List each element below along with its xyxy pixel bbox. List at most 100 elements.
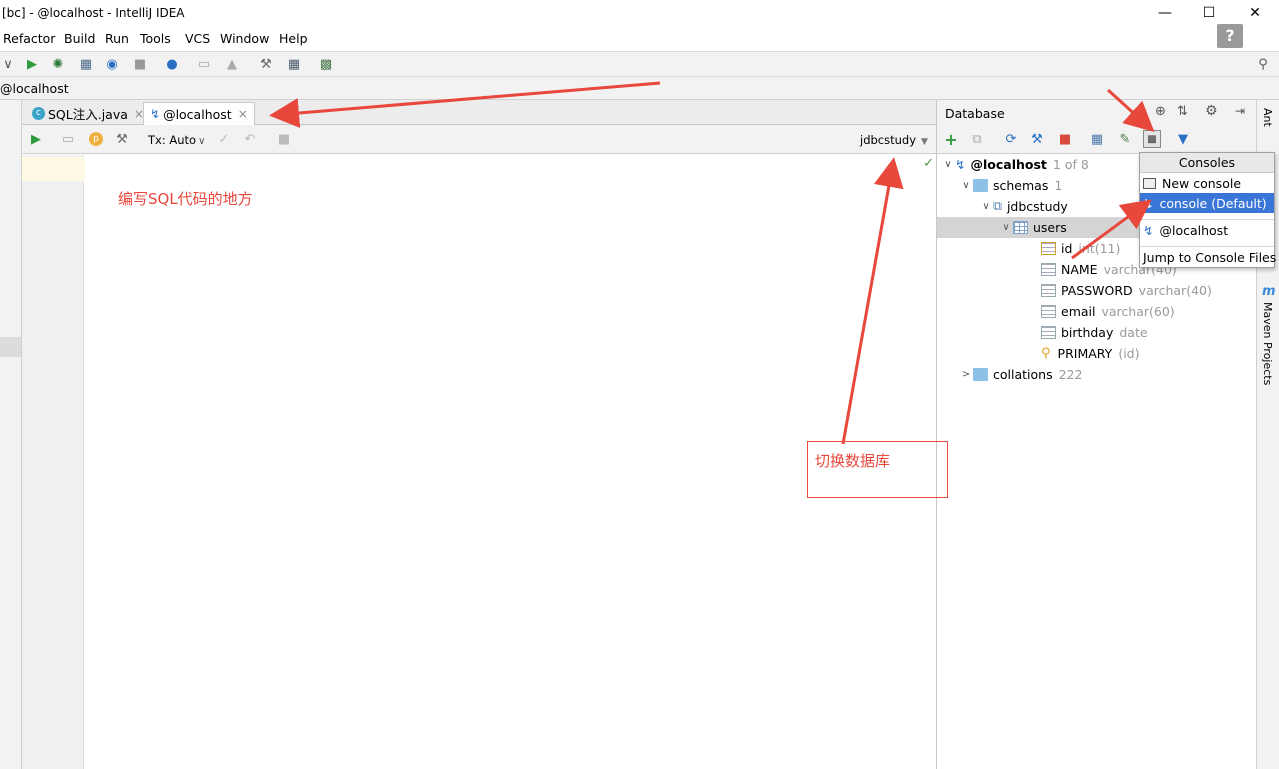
main-toolbar: ∨ ▶ ✺ ▦ ◉ ■ ● ▭ ▲ ⚒ ▦ ▩ ⚲	[0, 51, 1279, 77]
open-console-icon[interactable]: ▩	[1143, 130, 1161, 148]
tab-sql-java[interactable]: c SQL注入.java ×	[26, 102, 150, 125]
expanded-chevron-icon: ∨	[982, 200, 990, 212]
tree-node-column[interactable]: PASSWORD varchar(40)	[1041, 280, 1212, 300]
window-title: [bc] - @localhost - IntelliJ IDEA	[2, 6, 185, 20]
maven-projects-tool-button[interactable]: Maven Projects	[1261, 302, 1274, 385]
help-question-icon[interactable]: ?	[1217, 24, 1243, 48]
mysql-dolphin-icon: ↯	[150, 107, 161, 121]
folder-icon	[973, 367, 988, 381]
close-tab-icon[interactable]: ×	[238, 107, 248, 121]
stop-icon[interactable]: ■	[132, 56, 148, 72]
structure-icon[interactable]: ▭	[196, 56, 212, 72]
add-icon[interactable]: +	[943, 130, 959, 149]
tab-label: @localhost	[163, 106, 232, 122]
menu-separator	[1140, 240, 1274, 247]
expanded-chevron-icon: ∨	[962, 179, 970, 191]
edit-source-icon[interactable]: ✎	[1117, 131, 1133, 147]
close-window-button[interactable]: ✕	[1232, 2, 1278, 24]
filter-icon[interactable]: ▼	[1175, 131, 1191, 147]
tree-node-users-table[interactable]: ∨ users	[999, 217, 1066, 237]
explain-plan-icon[interactable]: ▭	[60, 131, 76, 147]
tab-localhost-console[interactable]: ↯ @localhost ×	[143, 102, 255, 125]
console-toolbar: ▶ ▭ p ⚒ Tx: Auto ∨ ✓ ↶ ■ jdbcstudy ▼	[22, 125, 936, 154]
tree-node-schemas[interactable]: ∨ schemas 1	[959, 175, 1062, 195]
maximize-button[interactable]: ☐	[1186, 2, 1232, 24]
menu-run[interactable]: Run	[105, 31, 129, 46]
navigation-bar: @localhost	[0, 77, 1279, 100]
breadcrumb[interactable]: @localhost	[0, 81, 69, 96]
menu-window[interactable]: Window	[220, 31, 269, 46]
editor-gutter	[22, 155, 84, 769]
localhost-console-item[interactable]: ↯ @localhost	[1140, 220, 1274, 240]
new-console-item[interactable]: New console	[1140, 173, 1274, 193]
sdk-icon[interactable]: ▩	[318, 56, 334, 72]
disconnect-icon[interactable]: ■	[1057, 131, 1073, 147]
settings-wrench-icon[interactable]: ⚒	[258, 56, 274, 72]
properties-icon[interactable]: ⚒	[1029, 131, 1045, 147]
collapsed-chevron-icon: >	[961, 368, 971, 380]
key-column-icon	[1041, 241, 1056, 255]
tab-label: SQL注入.java	[48, 107, 128, 122]
mysql-dolphin-icon: ↯	[955, 156, 966, 172]
ant-tool-button[interactable]: Ant	[1261, 108, 1274, 127]
refresh-icon[interactable]: ⟳	[1003, 131, 1019, 147]
transaction-mode-dropdown[interactable]: Tx: Auto ∨	[148, 133, 205, 147]
tree-node-column[interactable]: email varchar(60)	[1041, 301, 1175, 321]
minimize-button[interactable]: —	[1142, 2, 1188, 24]
schema-selector[interactable]: jdbcstudy ▼	[860, 133, 928, 147]
collapse-all-icon[interactable]: ⇅	[1177, 104, 1188, 119]
hide-panel-icon[interactable]: ⇥	[1235, 104, 1245, 118]
menu-vcs[interactable]: VCS	[185, 31, 210, 46]
column-icon	[1041, 304, 1056, 318]
tree-node-column[interactable]: id int(11)	[1041, 238, 1120, 258]
tree-node-column[interactable]: birthday date	[1041, 322, 1148, 342]
primary-key-icon: ⚲	[1041, 345, 1051, 361]
menu-refactor[interactable]: Refactor	[3, 31, 55, 46]
maven-icon: m	[1262, 284, 1276, 299]
execute-icon[interactable]: ▶	[28, 131, 44, 147]
cancel-statement-icon[interactable]: ■	[276, 131, 292, 147]
debug-bug-icon[interactable]: ✺	[50, 56, 66, 72]
java-class-icon: c	[32, 107, 45, 120]
profile-icon[interactable]: ◉	[104, 56, 120, 72]
update-icon[interactable]: ●	[164, 56, 180, 72]
expanded-chevron-icon: ∨	[1002, 221, 1010, 233]
expanded-chevron-icon: ∨	[944, 158, 952, 170]
coverage-icon[interactable]: ▦	[78, 56, 94, 72]
run-icon[interactable]: ▶	[24, 56, 40, 72]
project-structure-icon[interactable]: ▦	[286, 56, 302, 72]
tree-node-collations[interactable]: > collations 222	[959, 364, 1083, 384]
dropdown-chevron-icon[interactable]: ∨	[0, 56, 16, 72]
rollback-icon[interactable]: ↶	[242, 131, 258, 147]
left-strip-selected-item[interactable]	[0, 337, 21, 357]
duplicate-icon[interactable]: ⧉	[969, 131, 985, 147]
dropdown-triangle-icon: ▼	[921, 137, 928, 147]
jump-to-console-files-item[interactable]: Jump to Console Files	[1140, 247, 1276, 267]
title-bar: [bc] - @localhost - IntelliJ IDEA — ☐ ✕	[0, 0, 1279, 27]
menu-separator	[1140, 213, 1274, 220]
menu-tools[interactable]: Tools	[140, 31, 171, 46]
settings-icon[interactable]: ⚒	[114, 131, 130, 147]
chevron-down-icon: ∨	[198, 136, 206, 147]
commit-check-icon[interactable]: ✓	[216, 131, 232, 147]
table-icon	[1013, 220, 1028, 234]
bookmark-icon[interactable]: ▲	[224, 56, 240, 72]
table-editor-icon[interactable]: ▦	[1089, 131, 1105, 147]
column-icon	[1041, 325, 1056, 339]
gear-icon[interactable]: ⚙	[1205, 103, 1218, 119]
scroll-from-source-icon[interactable]: ⊕	[1155, 104, 1166, 119]
search-icon[interactable]: ⚲	[1255, 56, 1271, 72]
column-icon	[1041, 283, 1056, 297]
database-panel-header: Database ⊕ ⇅ ⚙ ⇥	[937, 100, 1256, 126]
popup-title: Consoles	[1140, 153, 1274, 173]
editor-tabs: c SQL注入.java × ↯ @localhost ×	[22, 100, 936, 125]
menu-build[interactable]: Build	[64, 31, 95, 46]
tree-node-jdbcstudy[interactable]: ∨ ⧉ jdbcstudy	[979, 196, 1068, 216]
console-default-item[interactable]: ↯ console (Default)	[1140, 193, 1274, 213]
annotation-editor-note: 编写SQL代码的地方	[118, 190, 253, 208]
parameters-icon[interactable]: p	[88, 131, 104, 147]
current-line-highlight	[22, 157, 90, 181]
tree-node-primary-key[interactable]: ⚲ PRIMARY (id)	[1041, 343, 1139, 363]
menu-help[interactable]: Help	[279, 31, 308, 46]
tree-node-localhost[interactable]: ∨ ↯ @localhost 1 of 8	[941, 154, 1088, 174]
